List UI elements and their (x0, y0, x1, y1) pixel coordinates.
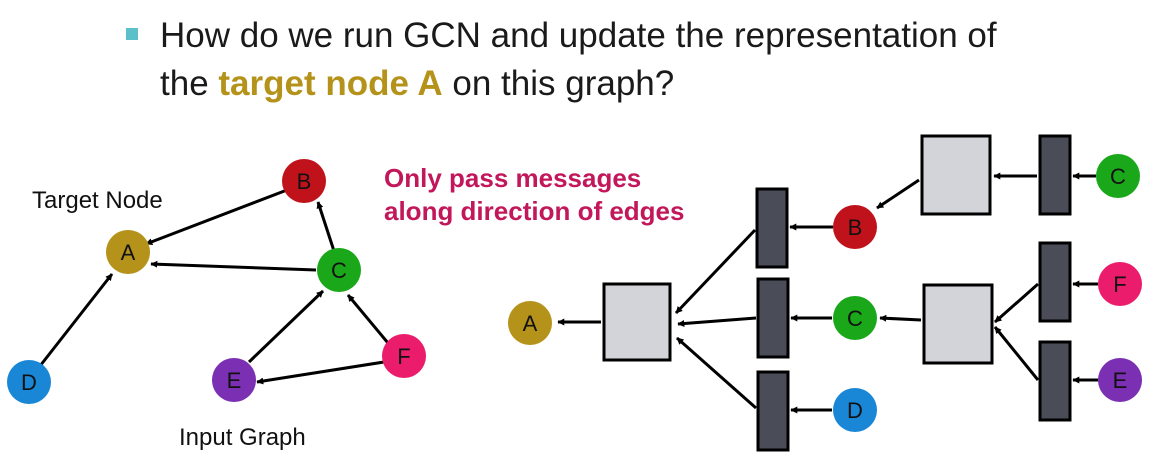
node-label: E (227, 368, 242, 393)
edge-nn-to-agg (993, 326, 1040, 381)
node-label: C (847, 306, 863, 331)
slide: How do we run GCN and update the represe… (0, 0, 1158, 470)
comp-node-d: D (833, 388, 877, 432)
input-node-f: F (382, 334, 426, 378)
neural-net-block (756, 277, 790, 359)
edge-c-to-b (316, 201, 336, 252)
comp-node-c: C (1096, 154, 1140, 198)
comp-node-f: F (1098, 262, 1142, 306)
node-label: B (848, 215, 863, 240)
diagram-canvas: A B C D E F A B C D C F E (7, 134, 1142, 452)
node-label: B (297, 169, 312, 194)
edge-nn-to-agg (994, 282, 1039, 324)
node-label: F (1113, 272, 1126, 297)
edge-nn-to-agg (677, 316, 757, 328)
edge-f-to-e (256, 360, 385, 385)
aggregator-box-a (602, 282, 672, 362)
aggregator-box-c (922, 283, 994, 365)
neural-net-block (1038, 241, 1072, 323)
comp-node-b: B (833, 205, 877, 249)
neural-net-block (755, 187, 789, 269)
comp-node-e: E (1098, 358, 1142, 402)
edge-f-to-c (346, 294, 390, 344)
edge-agg-to-c (879, 314, 922, 322)
node-label: F (397, 344, 410, 369)
edge-agg-to-b (876, 178, 920, 210)
node-label: D (21, 370, 37, 395)
aggregator-box-b (920, 134, 992, 216)
comp-node-c: C (833, 296, 877, 340)
edge-e-to-c (247, 289, 325, 364)
neural-net-block (1038, 134, 1072, 216)
input-node-b: B (282, 159, 326, 203)
edge-b-to-a (145, 188, 288, 246)
node-label: C (331, 258, 347, 283)
node-label: A (121, 240, 136, 265)
comp-node-a: A (508, 301, 552, 345)
neural-net-block (756, 370, 790, 452)
node-label: E (1113, 368, 1128, 393)
input-node-a: A (106, 230, 150, 274)
edge-nn-to-agg (676, 336, 757, 410)
input-node-d: D (7, 360, 51, 404)
input-graph: A B C D E F (7, 159, 426, 404)
edge-c-to-a (150, 260, 317, 272)
input-node-e: E (212, 358, 256, 402)
edge-nn-to-agg (674, 228, 757, 315)
edge-d-to-a (38, 273, 114, 367)
computation-graph: A B C D C F E (508, 134, 1142, 452)
node-label: C (1110, 164, 1126, 189)
node-label: D (847, 398, 863, 423)
neural-net-block (1038, 340, 1072, 422)
node-label: A (523, 311, 538, 336)
input-node-c: C (317, 248, 361, 292)
